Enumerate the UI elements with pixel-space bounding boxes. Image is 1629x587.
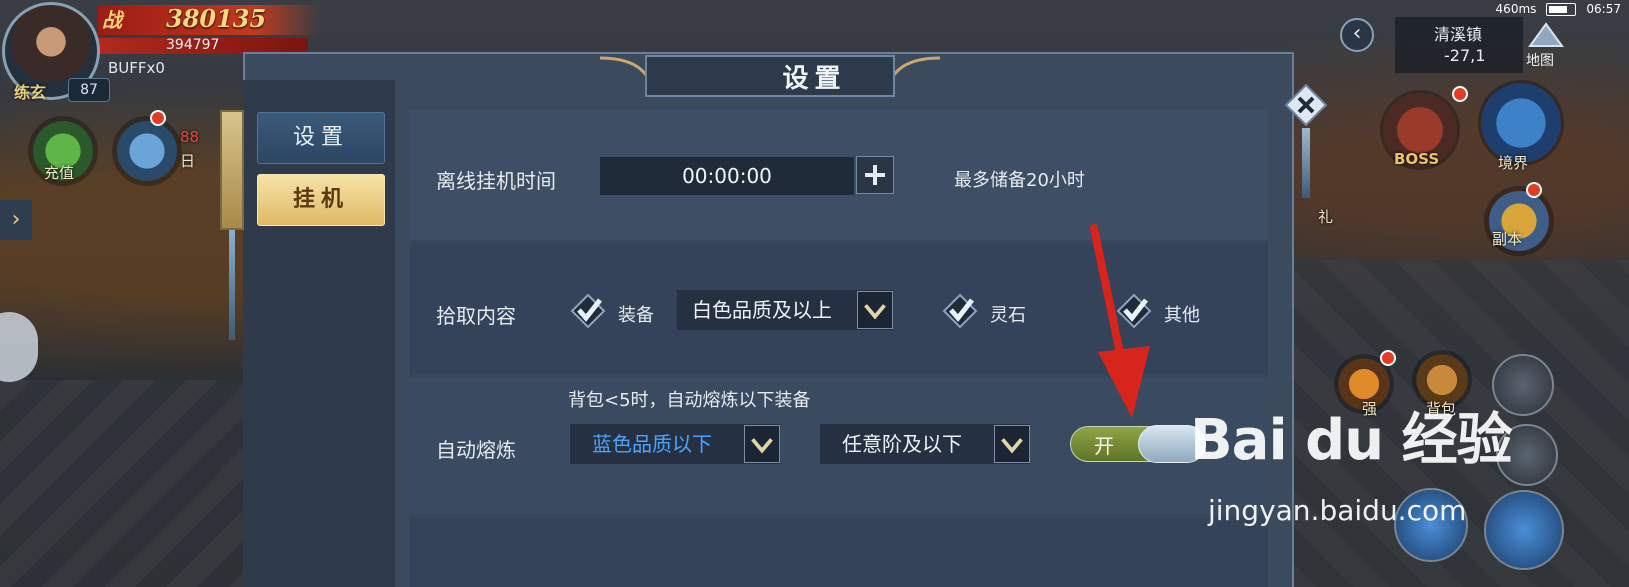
spirit-stone-checkbox[interactable]	[942, 293, 978, 329]
red-arrow-annotation	[1090, 224, 1150, 418]
network-latency: 460ms	[1495, 2, 1537, 16]
lantern-tassel	[229, 230, 235, 340]
offline-time-value: 00:00:00	[600, 157, 854, 195]
notification-dot	[150, 110, 166, 126]
daily-label: 日	[180, 152, 196, 170]
smelt-tier-value: 任意阶及以下	[842, 432, 962, 456]
location-name: 清溪镇	[1434, 25, 1483, 44]
smelt-quality-value: 蓝色品质以下	[592, 432, 712, 456]
chevron-down-icon[interactable]	[994, 425, 1030, 463]
close-icon[interactable]	[1284, 83, 1328, 127]
battery-icon	[1546, 2, 1577, 16]
add-time-button[interactable]	[856, 156, 894, 194]
recharge-label: 充值	[44, 164, 75, 182]
tab-auto-hangup[interactable]: 挂机	[257, 174, 385, 226]
hp-value: 394797	[166, 37, 220, 53]
power-value: 380135	[166, 4, 267, 33]
status-bar: 460ms 06:57	[1496, 0, 1621, 18]
collapse-arrow-button[interactable]: ‹	[1340, 18, 1374, 52]
skill-button-4[interactable]	[1484, 490, 1564, 570]
offline-time-note: 最多储备20小时	[954, 170, 1085, 191]
tab-settings[interactable]: 设置	[257, 112, 385, 164]
street-left	[0, 380, 260, 587]
smelt-hint: 背包<5时，自动熔炼以下装备	[568, 390, 811, 411]
baidu-watermark-url: jingyan.baidu.com	[1208, 494, 1467, 527]
boss-label: BOSS	[1394, 150, 1440, 168]
spirit-stone-label: 灵石	[990, 305, 1026, 326]
baidu-watermark-logo: Bai du 经验	[1190, 408, 1513, 473]
realm-label: 境界	[1498, 154, 1529, 172]
expand-arrow-button[interactable]: ›	[0, 200, 32, 240]
strengthen-notification-dot	[1380, 350, 1396, 366]
power-icon: 战	[102, 8, 122, 32]
row-extra	[410, 518, 1268, 587]
equip-checkbox[interactable]	[570, 293, 606, 329]
daily-badge: 88	[180, 128, 200, 146]
toggle-on-label: 开	[1094, 434, 1114, 458]
pickup-label: 拾取内容	[436, 304, 516, 328]
lantern-ornament	[220, 110, 244, 230]
chevron-down-icon[interactable]	[857, 291, 893, 329]
daily-icon[interactable]	[112, 116, 182, 186]
dungeon-label: 副本	[1492, 230, 1523, 248]
clock: 06:57	[1586, 2, 1621, 16]
chevron-down-icon[interactable]	[744, 425, 780, 463]
offline-time-label: 离线挂机时间	[436, 169, 556, 193]
other-label: 其他	[1164, 305, 1200, 326]
equip-label: 装备	[618, 305, 654, 326]
gift-label: 礼	[1318, 208, 1334, 226]
panel-title: 设置	[782, 64, 847, 94]
equip-quality-value: 白色品质及以上	[692, 298, 832, 322]
close-tassel	[1302, 128, 1310, 198]
smelt-label: 自动熔炼	[436, 438, 516, 462]
dungeon-notification-dot	[1526, 182, 1542, 198]
